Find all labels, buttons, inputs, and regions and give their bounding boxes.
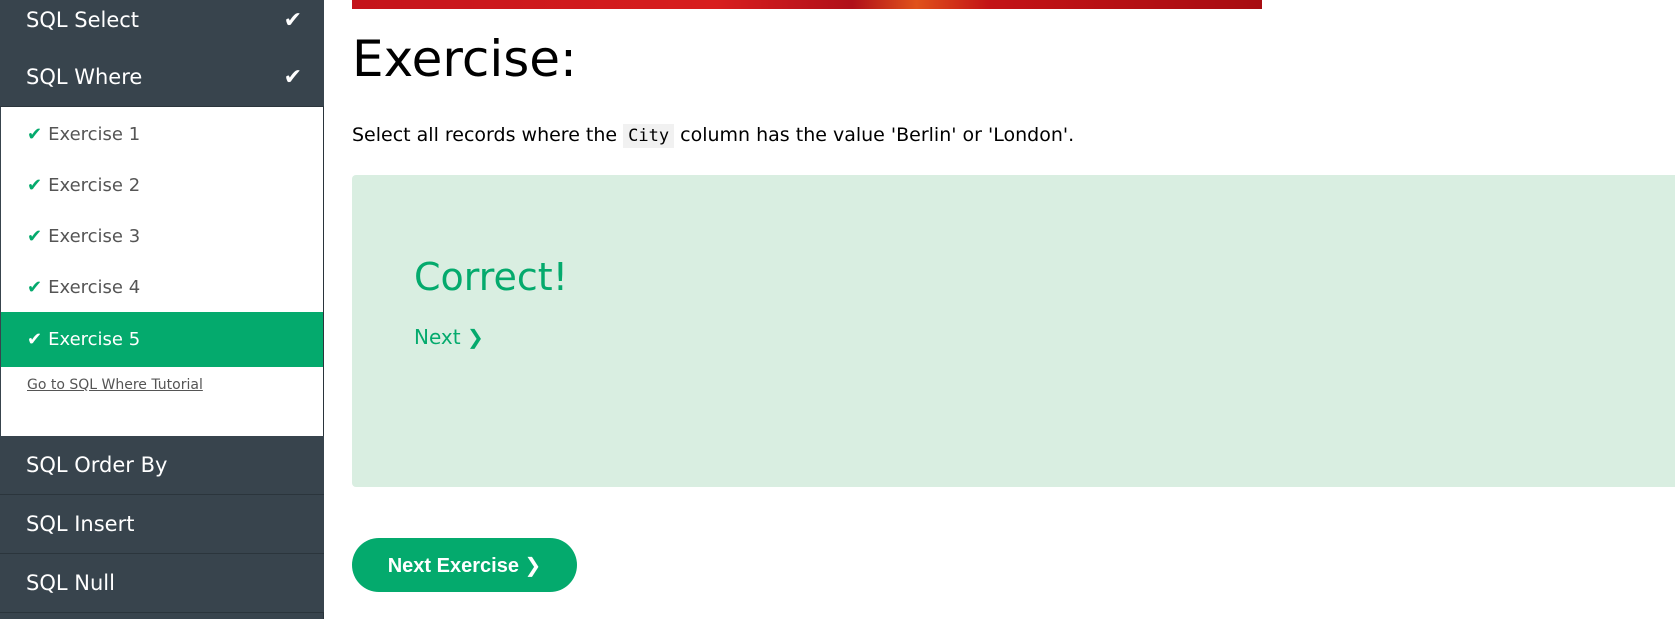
- exercise-item-3[interactable]: ✔ Exercise 3: [1, 209, 323, 264]
- tutorial-link[interactable]: Go to SQL Where Tutorial: [27, 377, 203, 393]
- sidebar: SQL Select ✔ SQL Where ✔ ✔ Exercise 1 ✔ Ex…: [0, 0, 324, 619]
- sidebar-section-label: SQL Insert: [26, 512, 135, 536]
- check-icon: ✔: [27, 124, 43, 145]
- sidebar-section-sql-null[interactable]: SQL Null: [0, 554, 324, 613]
- exercise-item-2[interactable]: ✔ Exercise 2: [1, 158, 323, 213]
- instruction-text: column has the value 'Berlin' or 'London…: [674, 124, 1075, 146]
- exercise-label: Exercise 4: [48, 277, 141, 298]
- exercise-list: ✔ Exercise 1 ✔ Exercise 2 ✔ Exercise 3 ✔ Exe…: [1, 107, 323, 436]
- sidebar-section-label: SQL Select: [26, 8, 140, 32]
- check-icon: ✔: [283, 8, 302, 33]
- exercise-label: Exercise 2: [48, 175, 141, 196]
- exercise-instruction: Select all records where the City column…: [352, 124, 1075, 148]
- code-snippet: City: [623, 124, 675, 148]
- sidebar-section-sql-select[interactable]: SQL Select ✔: [0, 0, 324, 50]
- exercise-item-1[interactable]: ✔ Exercise 1: [1, 107, 323, 162]
- sidebar-section-label: SQL Where: [26, 65, 143, 89]
- check-icon: ✔: [27, 226, 43, 247]
- next-exercise-button[interactable]: Next Exercise ❯: [352, 538, 577, 592]
- exercise-item-5[interactable]: ✔ Exercise 5: [1, 312, 323, 367]
- sidebar-section-label: SQL Null: [26, 571, 115, 595]
- check-icon: ✔: [27, 277, 43, 298]
- next-link[interactable]: Next ❯: [414, 325, 484, 349]
- exercise-label: Exercise 5: [48, 329, 141, 350]
- correct-message: Correct!: [414, 255, 568, 299]
- sidebar-section-sql-insert[interactable]: SQL Insert: [0, 495, 324, 554]
- exercise-label: Exercise 1: [48, 124, 141, 145]
- exercise-label: Exercise 3: [48, 226, 141, 247]
- check-icon: ✔: [27, 329, 43, 350]
- banner-image: [352, 0, 1262, 9]
- instruction-text: Select all records where the: [352, 124, 624, 146]
- check-icon: ✔: [283, 65, 302, 90]
- exercise-item-4[interactable]: ✔ Exercise 4: [1, 260, 323, 315]
- result-box: Correct! Next ❯: [352, 175, 1675, 487]
- check-icon: ✔: [27, 175, 43, 196]
- page-title: Exercise:: [352, 30, 577, 88]
- sidebar-section-sql-where[interactable]: SQL Where ✔: [0, 49, 324, 107]
- sidebar-section-sql-order-by[interactable]: SQL Order By: [0, 436, 324, 495]
- sidebar-section-label: SQL Order By: [26, 453, 168, 477]
